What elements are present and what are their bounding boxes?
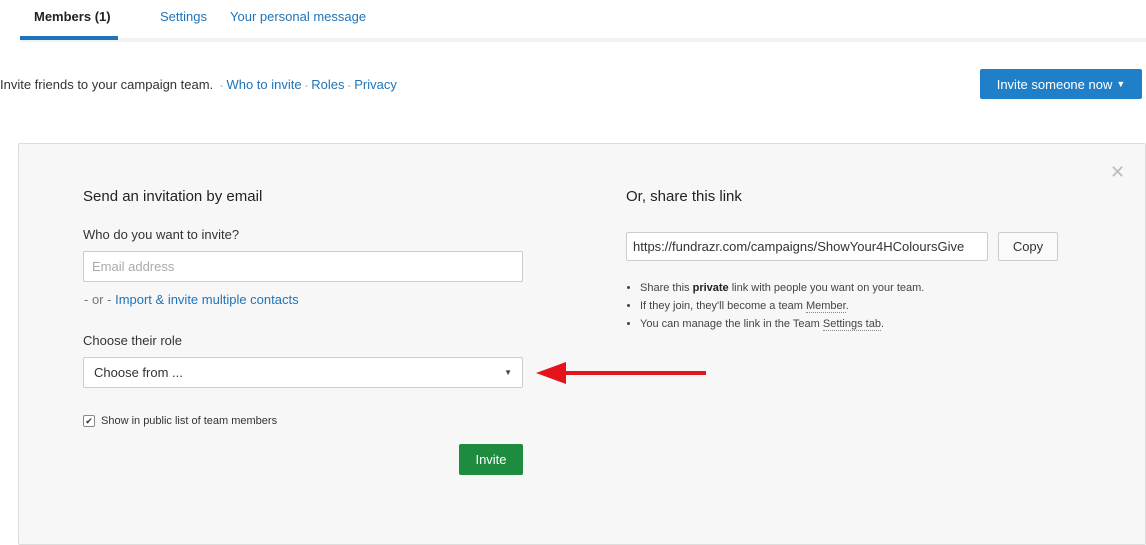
roles-link[interactable]: Roles [311,77,344,92]
share-link-field[interactable]: https://fundrazr.com/campaigns/ShowYour4… [626,232,988,261]
who-to-invite-link[interactable]: Who to invite [226,77,301,92]
list-item: You can manage the link in the Team Sett… [640,318,924,331]
email-section-heading: Send an invitation by email [83,188,263,205]
role-select[interactable]: Choose from ... ▼ [83,357,523,388]
tab-members[interactable]: Members (1) [34,9,111,24]
active-tab-indicator [20,36,118,40]
list-item: If they join, they'll become a team Memb… [640,300,924,313]
red-arrow-icon [536,362,706,384]
intro-line: Invite friends to your campaign team. -W… [0,77,397,92]
who-to-invite-label: Who do you want to invite? [83,227,240,242]
role-label: Choose their role [83,333,182,348]
member-term: Member [805,300,846,313]
show-public-label: Show in public list of team members [101,415,278,427]
share-link-value: https://fundrazr.com/campaigns/ShowYour4… [633,239,965,254]
role-select-value: Choose from ... [94,365,183,380]
copy-button[interactable]: Copy [998,232,1058,261]
share-info-list: Share this private link with people you … [625,282,924,336]
share-section-heading: Or, share this link [626,188,742,205]
checkbox-icon[interactable]: ✔ [83,415,95,427]
invite-panel: ✕ Send an invitation by email Who do you… [18,143,1146,545]
privacy-link[interactable]: Privacy [354,77,397,92]
tab-bar: Members (1) Settings Your personal messa… [20,0,1146,42]
invite-button[interactable]: Invite [459,444,523,475]
intro-text: Invite friends to your campaign team. [0,77,214,92]
arrow-shaft [564,371,706,375]
close-icon[interactable]: ✕ [1110,162,1125,183]
invite-someone-now-button[interactable]: Invite someone now ▼ [980,69,1142,99]
list-item: Share this private link with people you … [640,282,924,294]
email-placeholder: Email address [92,259,175,274]
or-line: - or - Import & invite multiple contacts [84,292,299,307]
select-arrow-icon: ▼ [504,368,512,377]
invite-now-label: Invite someone now [996,76,1113,92]
settings-tab-link[interactable]: Settings tab [822,318,881,331]
email-field[interactable]: Email address [83,251,523,282]
arrow-head [536,362,566,384]
tab-settings[interactable]: Settings [160,9,207,24]
caret-down-icon: ▼ [1116,79,1126,89]
show-public-option: ✔ Show in public list of team members [83,415,277,427]
import-contacts-link[interactable]: Import & invite multiple contacts [115,292,299,307]
tab-personal-message[interactable]: Your personal message [230,9,366,24]
